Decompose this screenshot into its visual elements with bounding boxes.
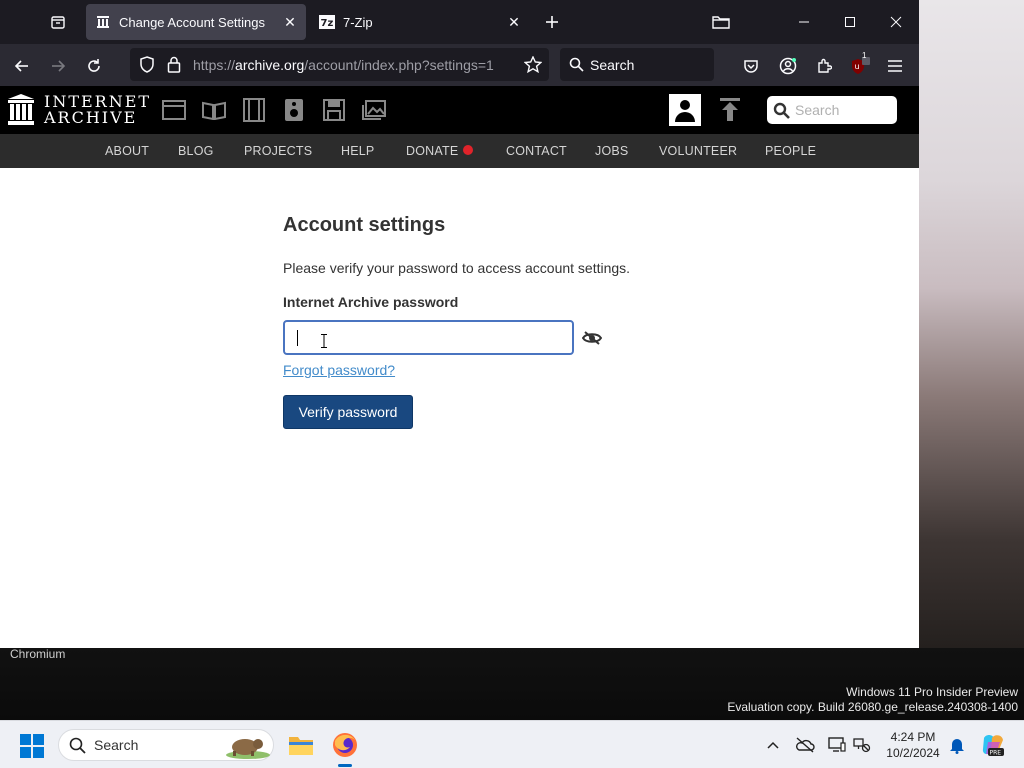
firefox-icon[interactable] xyxy=(329,729,361,761)
close-tab-icon[interactable]: ✕ xyxy=(502,10,526,34)
svg-text:7z: 7z xyxy=(321,18,334,29)
svg-text:PRE: PRE xyxy=(990,750,1002,757)
ia-logo[interactable]: INTERNET ARCHIVE xyxy=(8,94,151,126)
subnav-projects[interactable]: PROJECTS xyxy=(244,144,312,158)
7zip-icon: 7z xyxy=(319,14,335,30)
archive-icon xyxy=(95,14,111,30)
software-icon[interactable] xyxy=(320,96,348,124)
subnav-help[interactable]: HELP xyxy=(341,144,374,158)
maximize-icon[interactable] xyxy=(827,0,873,44)
text-caret xyxy=(297,330,298,346)
forward-icon[interactable] xyxy=(44,52,72,80)
network-icon[interactable] xyxy=(851,734,873,756)
browser-search-box[interactable]: Search xyxy=(560,48,714,81)
svg-text:u: u xyxy=(855,62,860,71)
audio-icon[interactable] xyxy=(280,96,308,124)
folder-icon[interactable] xyxy=(709,10,733,34)
taskbar-search[interactable]: Search xyxy=(58,729,274,761)
ia-logo-icon xyxy=(8,94,34,125)
navigation-toolbar: https://archive.org/account/index.php?se… xyxy=(0,44,919,86)
file-explorer-icon[interactable] xyxy=(285,729,317,761)
upload-icon[interactable] xyxy=(717,96,743,124)
forgot-password-link[interactable]: Forgot password? xyxy=(283,362,395,378)
media-type-nav xyxy=(160,96,388,124)
search-icon xyxy=(69,737,86,759)
tab-strip: Change Account Settings ✕ 7z 7-Zip ✕ xyxy=(0,0,919,44)
subnav-about[interactable]: ABOUT xyxy=(105,144,149,158)
images-icon[interactable] xyxy=(360,96,388,124)
tab-change-account-settings[interactable]: Change Account Settings ✕ xyxy=(86,4,306,40)
ia-search-input[interactable]: Search xyxy=(767,96,897,124)
windows-start-icon[interactable] xyxy=(20,734,44,758)
bookmark-star-icon[interactable] xyxy=(523,55,543,78)
search-highlight-icon xyxy=(225,733,271,764)
video-icon[interactable] xyxy=(240,96,268,124)
ia-search-placeholder: Search xyxy=(795,102,840,118)
ublock-origin-icon[interactable]: u 1 xyxy=(846,51,874,80)
texts-icon[interactable] xyxy=(200,96,228,124)
password-label: Internet Archive password xyxy=(283,294,459,310)
watermark-line1: Windows 11 Pro Insider Preview xyxy=(846,685,1018,699)
watermark-line2: Evaluation copy. Build 26080.ge_release.… xyxy=(727,700,1018,714)
subnav-jobs[interactable]: JOBS xyxy=(595,144,628,158)
tracking-protection-icon[interactable] xyxy=(139,56,155,78)
main-content: Account settings Please verify your pass… xyxy=(0,168,919,648)
system-clock[interactable]: 4:24 PM 10/2/2024 xyxy=(880,729,946,761)
show-password-eye-icon[interactable] xyxy=(581,330,603,346)
verify-password-button[interactable]: Verify password xyxy=(283,395,413,429)
clock-time: 4:24 PM xyxy=(890,730,936,744)
tab-7zip[interactable]: 7z 7-Zip ✕ xyxy=(310,4,530,40)
back-icon[interactable] xyxy=(8,52,36,80)
subnav-volunteer[interactable]: VOLUNTEER xyxy=(659,144,737,158)
taskbar-search-label: Search xyxy=(94,737,139,753)
user-avatar-icon[interactable] xyxy=(669,94,701,126)
tab-title: 7-Zip xyxy=(343,14,373,30)
copilot-pre-icon[interactable]: PRE xyxy=(980,732,1006,758)
account-icon[interactable] xyxy=(774,52,802,80)
subnav-donate[interactable]: DONATE xyxy=(406,144,474,158)
pocket-icon[interactable] xyxy=(737,52,765,80)
instruction-text: Please verify your password to access ac… xyxy=(283,260,631,276)
clock-date: 10/2/2024 xyxy=(886,746,940,760)
close-tab-icon[interactable]: ✕ xyxy=(278,10,302,34)
page-title: Account settings xyxy=(283,214,446,236)
chevron-up-icon[interactable] xyxy=(762,734,784,756)
url-text[interactable]: https://archive.org/account/index.php?se… xyxy=(193,57,494,73)
search-icon xyxy=(569,57,584,77)
minimize-icon[interactable] xyxy=(781,0,827,44)
new-tab-icon[interactable] xyxy=(540,10,564,34)
taskbar: Search 4:24 PM 10/2/2024 PRE xyxy=(0,720,1024,768)
extensions-icon[interactable] xyxy=(810,52,838,80)
window-label: Chromium xyxy=(10,647,66,661)
tab-title: Change Account Settings xyxy=(119,14,265,30)
close-window-icon[interactable] xyxy=(873,0,919,44)
ia-subnav: ABOUT BLOG PROJECTS HELP DONATE CONTACT … xyxy=(0,134,919,168)
menu-icon[interactable] xyxy=(881,52,909,80)
browser-window: Change Account Settings ✕ 7z 7-Zip ✕ htt… xyxy=(0,0,919,648)
subnav-people[interactable]: PEOPLE xyxy=(765,144,816,158)
reload-icon[interactable] xyxy=(80,52,108,80)
display-icon[interactable] xyxy=(826,734,848,756)
search-icon xyxy=(773,102,790,124)
web-icon[interactable] xyxy=(160,96,188,124)
ibeam-cursor-icon xyxy=(321,334,327,348)
ia-logo-text: INTERNET ARCHIVE xyxy=(44,92,152,127)
address-bar[interactable]: https://archive.org/account/index.php?se… xyxy=(130,48,549,81)
onedrive-offline-icon[interactable] xyxy=(794,734,816,756)
search-placeholder: Search xyxy=(590,57,635,73)
ia-header: INTERNET ARCHIVE Search xyxy=(0,86,919,134)
subnav-blog[interactable]: BLOG xyxy=(178,144,214,158)
extension-badge: 1 xyxy=(862,51,867,60)
lock-icon[interactable] xyxy=(167,56,181,78)
active-app-indicator xyxy=(338,764,352,767)
password-field[interactable] xyxy=(283,320,574,355)
list-all-tabs-icon[interactable] xyxy=(46,10,70,34)
subnav-contact[interactable]: CONTACT xyxy=(506,144,567,158)
heart-icon xyxy=(463,145,474,155)
notification-bell-icon[interactable] xyxy=(946,734,968,756)
windows-watermark: Windows 11 Pro Insider Preview Evaluatio… xyxy=(727,685,1018,715)
desktop-wallpaper xyxy=(919,0,1024,720)
window-controls xyxy=(781,0,919,44)
